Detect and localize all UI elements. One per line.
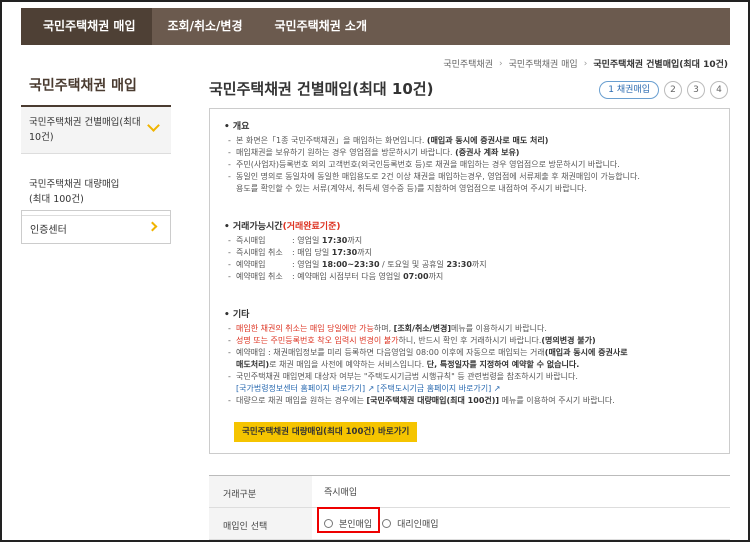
nav-bond-purchase[interactable]: 국민주택채권 매입 — [21, 8, 152, 45]
overview-line: 매입채권을 보유하기 원하는 경우 영업점을 방문하시기 바랍니다. (증권사 … — [228, 147, 640, 159]
step-indicator: 1 채권매입 2 3 4 — [599, 81, 728, 99]
law-info-center-link[interactable]: [국가법령정보센터 홈페이지 바로가기] — [236, 384, 365, 393]
purchase-form: 거래구분 즉시매입 매입인 선택 본인매입 대리인매입 — [209, 475, 730, 540]
form-value: 즉시매입 — [324, 488, 358, 498]
chevron-right-icon — [147, 221, 158, 232]
sidebar-item-label: 국민주택채권 건별매입(최대 10건) — [29, 117, 141, 143]
sidebar-item-bulk-purchase[interactable]: 국민주택채권 대량매입 (최대 100건) — [21, 154, 171, 216]
chevron-down-icon — [147, 119, 160, 132]
step-4: 4 — [710, 81, 728, 99]
overview-line: 용도를 확인할 수 있는 서류(계약서, 취득세 영수증 등)를 지참하여 영업… — [236, 184, 587, 193]
radio-circle-icon[interactable] — [382, 519, 392, 528]
hours-row: 예약매입 취소: 예약매입 시점부터 다음 영업일 07:00까지 — [228, 271, 487, 283]
etc-line: 예약매입 : 채권매입정보를 미리 등록하면 다음영업일 08:00 이후에 자… — [228, 347, 719, 359]
overview-line: 주민(사업자)등록번호 외의 고객번호(외국인등록번호 등)로 채권을 매입하는… — [228, 159, 640, 171]
purchaser-radio-group: 본인매입 대리인매입 — [317, 507, 439, 533]
overview-line: 동일인 명의로 동일차에 동일한 매입용도로 2건 이상 채권을 매입하는경우,… — [228, 171, 640, 183]
form-row-purchaser-select: 매입인 선택 본인매입 대리인매입 — [209, 507, 730, 540]
bulk-purchase-shortcut-button[interactable]: 국민주택채권 대량매입(최대 100건) 바로가기 — [234, 422, 418, 442]
browser-frame: 국민주택채권 매입 조회/취소/변경 국민주택채권 소개 국민주택채권 › 국민… — [0, 0, 750, 542]
etc-links: [국가법령정보센터 홈페이지 바로가기] ↗ [주택도시기금 홈페이지 바로가기… — [228, 383, 719, 395]
step-3: 3 — [687, 81, 705, 99]
form-row-transaction-type: 거래구분 즉시매입 — [209, 476, 730, 508]
etc-section: • 기타 매입한 채권의 취소는 매입 당일에만 가능하며, [조회/취소/변경… — [224, 307, 719, 407]
certification-center-link[interactable]: 인증센터 — [21, 210, 171, 244]
etc-line: 국민주택채권 매입면제 대상자 여부는 "주택도시기금법 시행규칙" 등 관련법… — [228, 371, 719, 383]
sidebar-title: 국민주택채권 매입 — [21, 70, 171, 107]
external-link-icon: ↗ — [491, 384, 501, 393]
radio-agent-purchase[interactable]: 대리인매입 — [382, 517, 439, 530]
step-2: 2 — [664, 81, 682, 99]
hours-section: • 거래가능시간(거래완료기준) 즉시매입: 영업일 17:30까지 즉시매입 … — [224, 219, 487, 283]
sidebar-item-single-purchase[interactable]: 국민주택채권 건별매입(최대 10건) — [21, 107, 171, 154]
info-box: • 개요 본 화면은「1종 국민주택채권」을 매입하는 화면입니다. (매입과 … — [209, 108, 730, 454]
breadcrumb: 국민주택채권 › 국민주택채권 매입 › 국민주택채권 건별매입(최대 10건) — [443, 57, 728, 71]
etc-line: 대량으로 채권 매입을 원하는 경우에는 [국민주택채권 대량매입(최대 100… — [228, 395, 719, 407]
cert-label: 인증센터 — [30, 225, 67, 236]
chevron-right-icon: › — [499, 58, 503, 69]
nav-bond-intro[interactable]: 국민주택채권 소개 — [259, 8, 384, 45]
breadcrumb-item[interactable]: 국민주택채권 — [443, 57, 493, 70]
highlight-box — [317, 507, 380, 533]
housing-fund-link[interactable]: [주택도시기금 홈페이지 바로가기] — [377, 384, 491, 393]
hours-row: 즉시매입: 영업일 17:30까지 — [228, 235, 487, 247]
etc-line: 매도처리)로 채권 매입을 사전에 예약하는 서비스입니다. 단, 특정일자를 … — [236, 360, 580, 369]
page-title: 국민주택채권 건별매입(최대 10건) — [209, 80, 434, 98]
form-label: 매입인 선택 — [209, 508, 312, 539]
etc-line: 매입한 채권의 취소는 매입 당일에만 가능하며, [조회/취소/변경]메뉴를 … — [228, 323, 719, 335]
overview-line: 본 화면은「1종 국민주택채권」을 매입하는 화면입니다. (매입과 동시에 증… — [228, 135, 640, 147]
breadcrumb-item[interactable]: 국민주택채권 매입 — [509, 57, 578, 70]
step-1: 1 채권매입 — [599, 81, 659, 99]
section-title: • 거래가능시간(거래완료기준) — [224, 222, 341, 232]
sidebar-item-label: 국민주택채권 대량매입 (최대 100건) — [29, 179, 120, 205]
hours-row: 예약매입: 영업일 18:00~23:30 / 토요일 및 공휴일 23:30까… — [228, 259, 487, 271]
nav-inquiry-cancel-change[interactable]: 조회/취소/변경 — [152, 8, 259, 45]
section-title: • 기타 — [224, 310, 250, 320]
section-title: • 개요 — [224, 122, 250, 132]
form-label: 거래구분 — [209, 476, 312, 507]
hours-row: 즉시매입 취소: 매입 당일 17:30까지 — [228, 247, 487, 259]
overview-section: • 개요 본 화면은「1종 국민주택채권」을 매입하는 화면입니다. (매입과 … — [224, 119, 640, 195]
external-link-icon: ↗ — [365, 384, 377, 393]
chevron-right-icon: › — [583, 58, 588, 69]
breadcrumb-current: 국민주택채권 건별매입(최대 10건) — [593, 60, 728, 70]
etc-line: 성명 또는 주민등록번호 착오 입력시 변경이 불가하니, 반드시 확인 후 거… — [228, 335, 719, 347]
top-navigation: 국민주택채권 매입 조회/취소/변경 국민주택채권 소개 — [21, 8, 730, 45]
sidebar: 국민주택채권 매입 국민주택채권 건별매입(최대 10건) 국민주택채권 대량매… — [21, 70, 171, 216]
